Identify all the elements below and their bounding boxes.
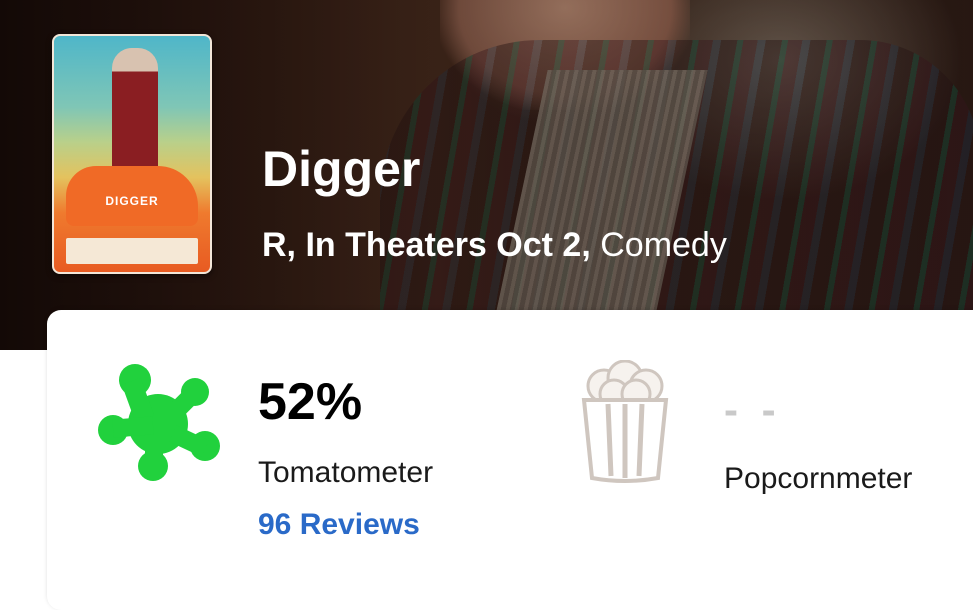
popcornmeter-score: - - <box>724 386 782 433</box>
movie-rating: R, <box>262 226 296 264</box>
tomatometer-score: 52% <box>258 373 363 431</box>
empty-popcorn-bucket-icon <box>581 360 669 483</box>
movie-genre: Comedy <box>600 226 727 264</box>
green-splat-icon <box>98 364 220 481</box>
movie-meta: R, In Theaters Oct 2, Comedy <box>262 226 727 265</box>
popcornmeter-label: Popcornmeter <box>724 462 913 495</box>
movie-poster[interactable]: DIGGER <box>52 34 212 274</box>
tomatometer-label: Tomatometer <box>258 456 434 489</box>
movie-title: Digger <box>262 141 421 197</box>
poster-figure <box>112 48 158 178</box>
poster-credits <box>66 238 198 264</box>
reviews-link[interactable]: 96 Reviews <box>258 508 420 542</box>
movie-release: In Theaters Oct 2, <box>305 226 591 264</box>
poster-title: DIGGER <box>105 194 159 208</box>
